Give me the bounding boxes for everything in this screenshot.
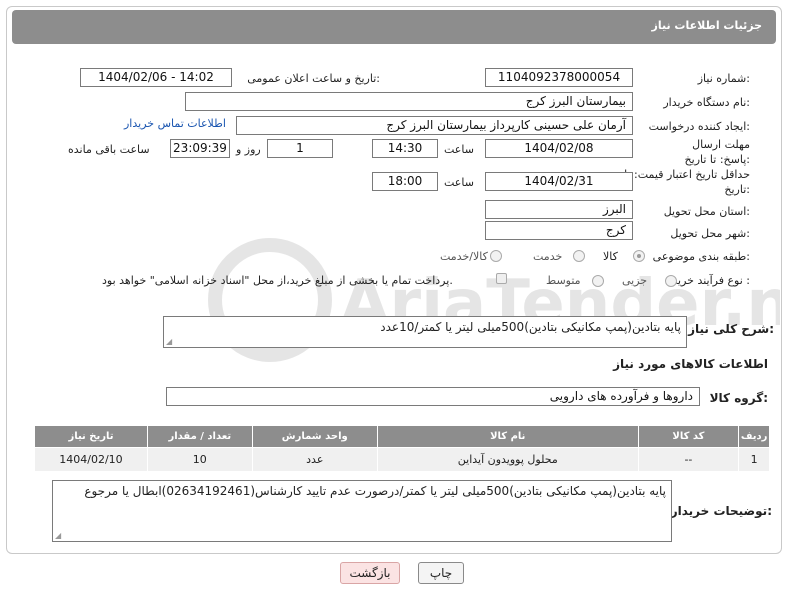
category-radio-service[interactable] (573, 250, 585, 262)
process-label: نوع فرآیند خرید : (672, 274, 750, 287)
category-option-goods: کالا (603, 250, 618, 263)
category-radio-goods-service[interactable] (490, 250, 502, 262)
goods-group-field: داروها و فرآورده های دارویی (166, 387, 700, 406)
goods-table: ردیف کد کالا نام کالا واحد شمارش تعداد /… (34, 425, 770, 472)
validity-time-field: 18:00 (372, 172, 438, 191)
deadline-date-field: 1404/02/08 (485, 139, 633, 158)
days-label: روز و (236, 143, 261, 156)
city-field: کرج (485, 221, 633, 240)
title-bar: جزئیات اطلاعات نیاز (12, 10, 776, 44)
cell-qty: 10 (146, 447, 253, 472)
cell-date: 1404/02/10 (34, 447, 148, 472)
days-field: 1 (267, 139, 333, 158)
treasury-checkbox[interactable] (496, 273, 507, 284)
summary-textarea[interactable]: پایه بتادین(پمپ مکانیکی بتادین)500میلی ل… (163, 316, 687, 348)
deadline-time-label: ساعت (444, 143, 474, 156)
back-button[interactable]: بازگشت (340, 562, 400, 584)
buyer-notes-text: پایه بتادین(پمپ مکانیکی بتادین)500میلی ل… (84, 484, 666, 498)
province-field: البرز (485, 200, 633, 219)
need-number-label: شماره نیاز: (697, 72, 750, 85)
cell-row: 1 (738, 447, 770, 472)
resize-grip-icon: ◢ (55, 531, 62, 540)
category-option-service: خدمت (533, 250, 563, 263)
buyer-notes-label: توضیحات خریدار: (670, 504, 772, 518)
cell-code: -- (637, 447, 740, 472)
page-title: جزئیات اطلاعات نیاز (651, 19, 763, 32)
goods-group-label: گروه کالا: (709, 391, 768, 405)
process-option-minor: جزیی (622, 274, 648, 287)
print-button[interactable]: چاپ (418, 562, 464, 584)
buyer-notes-textarea[interactable]: پایه بتادین(پمپ مکانیکی بتادین)500میلی ل… (52, 480, 672, 542)
process-radio-medium[interactable] (592, 275, 604, 287)
col-name: نام کالا (376, 425, 639, 448)
cell-unit: عدد (251, 447, 378, 472)
announce-field: 1404/02/06 - 14:02 (80, 68, 232, 87)
buyer-org-label: نام دستگاه خریدار: (663, 96, 750, 109)
col-code: کد کالا (637, 425, 740, 448)
goods-section-title: اطلاعات کالاهای مورد نیاز (613, 357, 768, 371)
col-qty: تعداد / مقدار (146, 425, 253, 448)
payment-note: پرداخت تمام یا بخشی از مبلغ خرید،از محل … (102, 274, 453, 287)
contact-info-link[interactable]: اطلاعات تماس خریدار (124, 117, 226, 130)
category-radio-goods[interactable] (633, 250, 645, 262)
validity-time-label: ساعت (444, 176, 474, 189)
summary-text: پایه بتادین(پمپ مکانیکی بتادین)500میلی ل… (380, 320, 681, 334)
creator-label: ایجاد کننده درخواست: (648, 120, 750, 133)
buyer-org-field: بیمارستان البرز کرج (185, 92, 633, 111)
city-label: شهر محل تحویل: (670, 227, 750, 240)
need-number-field: 1104092378000054 (485, 68, 633, 87)
col-unit: واحد شمارش (251, 425, 378, 448)
announce-label: تاریخ و ساعت اعلان عمومی: (247, 72, 380, 85)
creator-field: آرمان علی حسینی کارپرداز بیمارستان البرز… (236, 116, 633, 135)
deadline-label: مهلت ارسال پاسخ: تا تاریخ: (684, 138, 750, 166)
deadline-time-field: 14:30 (372, 139, 438, 158)
resize-grip-icon: ◢ (166, 337, 173, 346)
process-option-medium: متوسط (546, 274, 581, 287)
category-option-goods-service: کالا/خدمت (440, 250, 488, 263)
cell-name: محلول پوویدون آیداین (376, 447, 639, 472)
remaining-label: ساعت باقی مانده (68, 143, 150, 156)
goods-table-header: ردیف کد کالا نام کالا واحد شمارش تعداد /… (34, 425, 770, 448)
process-radio-minor[interactable] (665, 275, 677, 287)
category-label: طبقه بندی موضوعی: (652, 250, 750, 263)
table-row: 1 -- محلول پوویدون آیداین عدد 10 1404/02… (34, 447, 770, 472)
remaining-time-field: 23:09:39 (170, 139, 230, 158)
province-label: استان محل تحویل: (663, 205, 750, 218)
validity-date-field: 1404/02/31 (485, 172, 633, 191)
summary-label: شرح کلی نیاز: (688, 322, 774, 336)
col-date: تاریخ نیاز (34, 425, 148, 448)
col-row: ردیف (738, 425, 770, 448)
